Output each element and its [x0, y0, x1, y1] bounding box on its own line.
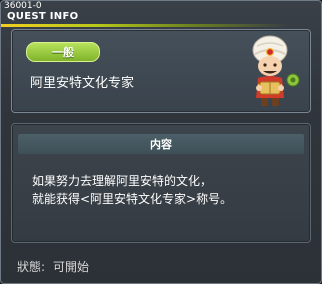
quest-name: 阿里安特文化专家	[30, 76, 135, 91]
turbaned-merchant-npc-icon	[252, 35, 300, 106]
content-line: 如果努力去理解阿里安特的文化，	[32, 174, 213, 188]
content-header: 内容	[18, 134, 304, 154]
quest-status: 狀態: 可開始	[17, 258, 89, 275]
status-value: 可開始	[53, 260, 90, 274]
content-line: 就能获得<阿里安特文化专家>称号。	[32, 192, 233, 206]
quest-content-panel: 内容 如果努力去理解阿里安特的文化， 就能获得<阿里安特文化专家>称号。	[11, 123, 311, 243]
status-label: 狀態:	[17, 260, 46, 274]
quest-info-window: 36001-0 QUEST INFO 一般 阿里安特文化专家 内容 如果努力去理…	[0, 0, 322, 284]
title-underline	[1, 24, 321, 27]
quest-id: 36001-0	[4, 1, 42, 11]
window-title: QUEST INFO	[7, 11, 79, 22]
quest-header-panel: 一般 阿里安特文化专家	[11, 29, 311, 113]
quest-category-badge: 一般	[26, 42, 100, 62]
